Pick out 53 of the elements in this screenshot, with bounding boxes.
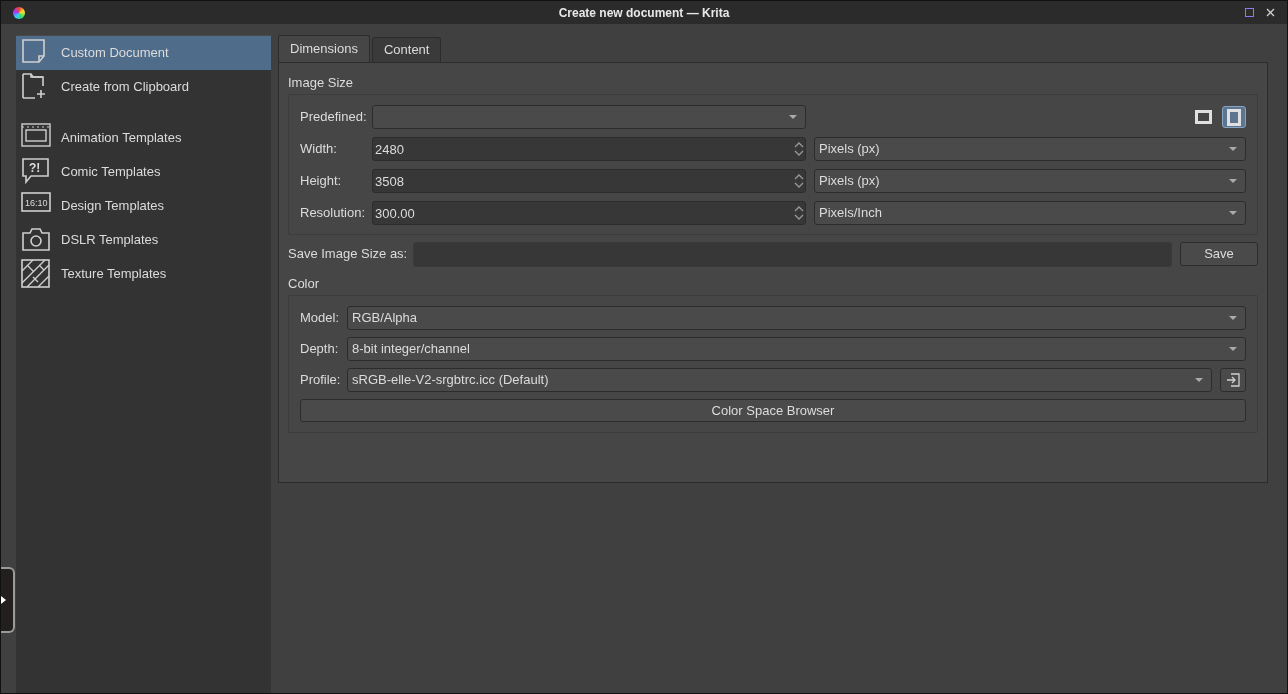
texture-icon (21, 259, 51, 289)
section-title: Image Size (288, 74, 355, 91)
spin-box[interactable]: 2480 (372, 137, 806, 161)
caret-icon (789, 115, 797, 119)
app-logo-icon (13, 6, 25, 19)
dropdown[interactable]: Pixels (px) (814, 169, 1246, 193)
field-label: Model: (300, 309, 339, 328)
field-label: Profile: (300, 371, 339, 390)
spin-box[interactable]: 3508 (372, 169, 806, 193)
spin-arrows-icon (794, 172, 804, 190)
dropdown[interactable]: 8-bit integer/channel (347, 337, 1246, 361)
import-icon (1226, 373, 1240, 387)
spin-arrows-icon (794, 140, 804, 158)
window-title: Create new document — Krita (558, 5, 730, 20)
close-icon[interactable] (1266, 8, 1275, 17)
section-title: Color (288, 275, 321, 292)
arrow-right-icon (1, 596, 6, 604)
caret-icon (1229, 347, 1237, 351)
caret-icon (1195, 378, 1203, 382)
sidebar-item[interactable]: Animation Templates (16, 121, 271, 155)
speech-bubble-icon (21, 157, 51, 187)
sidebar-item[interactable]: DSLR Templates (16, 223, 271, 257)
panel-handle[interactable] (1, 567, 15, 633)
dropdown[interactable]: RGB/Alpha (347, 306, 1246, 330)
field-label: Save Image Size as: (288, 245, 408, 264)
field-label: Width: (300, 140, 338, 159)
maximize-button[interactable] (1245, 8, 1254, 17)
spin-box[interactable]: 300.00 (372, 201, 806, 225)
sidebar-item[interactable]: Texture Templates (16, 257, 271, 291)
field-label: Resolution: (300, 204, 364, 223)
dropdown[interactable]: Pixels (px) (814, 137, 1246, 161)
color-space-browser-button[interactable]: Color Space Browser (300, 399, 1246, 422)
dropdown[interactable]: sRGB-elle-V2-srgbtrc.icc (Default) (347, 368, 1212, 392)
field-label: Height: (300, 172, 343, 191)
save-button[interactable]: Save (1180, 242, 1258, 266)
portrait-button[interactable] (1222, 106, 1246, 128)
caret-icon (1229, 316, 1237, 320)
field-label: Depth: (300, 340, 339, 359)
sidebar-item[interactable]: 16:10 Design Templates (16, 189, 271, 223)
sidebar-item[interactable]: Create from Clipboard (16, 70, 271, 104)
tab[interactable]: Dimensions (278, 35, 370, 62)
dropdown[interactable]: Pixels/Inch (814, 201, 1246, 225)
field-label: Predefined: (300, 108, 368, 127)
spin-arrows-icon (794, 204, 804, 222)
caret-icon (1229, 179, 1237, 183)
sidebar-item[interactable]: ?! Comic Templates (16, 155, 271, 189)
import-profile-button[interactable] (1220, 368, 1246, 392)
icon-label: 16:10 (25, 199, 48, 208)
icon-label: ?! (29, 162, 41, 174)
tab[interactable]: Content (371, 37, 442, 62)
caret-icon (1229, 147, 1237, 151)
sidebar-item[interactable]: Custom Document (16, 36, 271, 70)
caret-icon (1229, 211, 1237, 215)
